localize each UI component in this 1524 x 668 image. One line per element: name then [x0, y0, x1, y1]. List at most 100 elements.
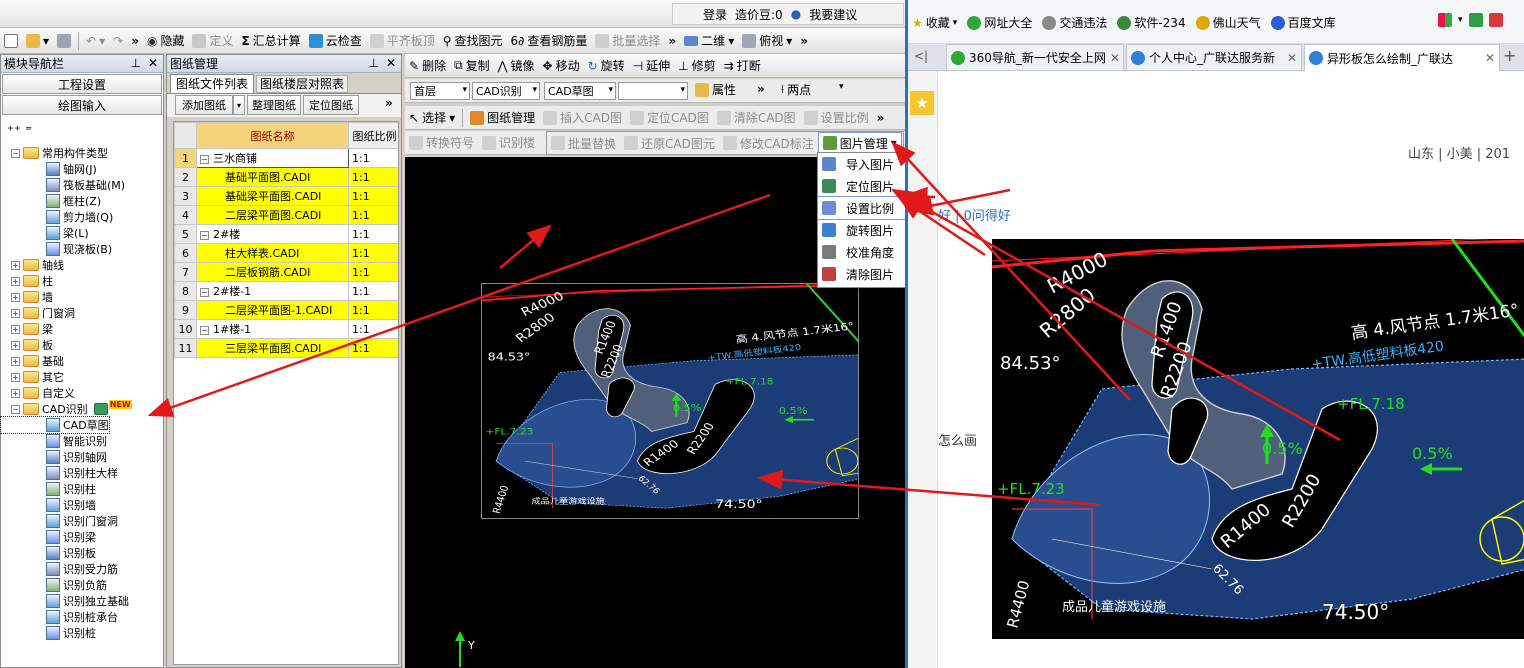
new-tab-button[interactable]: + [1503, 46, 1516, 65]
convert-symbol-button[interactable]: 转换符号 [405, 132, 478, 154]
component-select[interactable]: CAD草图 ▾ [544, 82, 616, 100]
drawing-scale-cell[interactable]: 1:1 [348, 167, 398, 187]
drawing-scale-cell[interactable]: 1:1 [348, 262, 398, 282]
save-button[interactable] [53, 30, 75, 52]
close-tab-icon[interactable]: ✕ [1110, 51, 1120, 65]
favorite-link[interactable]: 交通违法 [1042, 14, 1107, 31]
drawing-name-cell[interactable]: −2#楼 [196, 224, 349, 244]
drawing-scale-cell[interactable]: 1:1 [348, 148, 398, 168]
expand-collapse-icons[interactable]: ⁺⁺ ⁼ [7, 124, 32, 139]
extension-red-icon[interactable] [1488, 13, 1503, 27]
clear-cad-button[interactable]: 清除CAD图 [713, 107, 800, 129]
pin-icon[interactable]: ⊥ [369, 56, 379, 70]
toolbar-overflow-1[interactable]: » [127, 30, 143, 52]
table-row[interactable]: 11 三层梁平面图.CADI 1:1 [174, 338, 398, 358]
align-slab-top-button[interactable]: 平齐板顶 [366, 30, 439, 52]
nav-tree-item[interactable]: 识别柱大样 [1, 465, 118, 481]
favorites-button[interactable]: ★ 收藏 ▾ [912, 14, 957, 31]
expand-icon[interactable]: + [11, 292, 20, 302]
move-button[interactable]: ✥ 移动 [539, 55, 584, 77]
rotate-button[interactable]: ↻ 旋转 [584, 55, 629, 77]
instance-select[interactable]: ▾ [618, 82, 688, 100]
nav-tree-item[interactable]: 识别受力筋 [1, 561, 118, 577]
category-select[interactable]: CAD识别 ▾ [472, 82, 540, 100]
drawing-name-cell[interactable]: 三层梁平面图.CADI [196, 338, 349, 358]
nav-tree-item[interactable]: 框柱(Z) [1, 193, 101, 209]
extend-button[interactable]: ⊣ 延伸 [629, 55, 674, 77]
extension-green-icon[interactable] [1468, 13, 1483, 27]
nav-tree-item[interactable]: + 其它 [1, 369, 64, 385]
favorite-star-icon[interactable]: ★ [910, 91, 934, 115]
browser-tab-360[interactable]: 360导航_新一代安全上网 ✕ [946, 44, 1124, 70]
collapse-icon[interactable]: − [200, 326, 209, 335]
nav-tree-item[interactable]: − 常用构件类型 [1, 145, 108, 161]
nav-tree-item[interactable]: − CAD识别 NEW [1, 399, 132, 417]
drawing-name-cell[interactable]: −1#楼-1 [196, 319, 349, 339]
collapse-icon[interactable]: − [200, 155, 209, 164]
floor-select[interactable]: 首层 ▾ [410, 82, 470, 100]
expand-icon[interactable]: + [11, 388, 20, 398]
image-mgmt-button[interactable]: 图片管理 ▾ [817, 132, 902, 154]
drawing-name-cell[interactable]: −2#楼-1 [196, 281, 349, 301]
nav-tree-item[interactable]: + 基础 [1, 353, 64, 369]
mirror-button[interactable]: ⋀ 镜像 [494, 55, 539, 77]
nav-tree-item[interactable]: + 板 [1, 337, 53, 353]
break-button[interactable]: ⇉ 打断 [720, 55, 765, 77]
add-drawing-dropdown[interactable]: ▾ [233, 95, 245, 115]
expand-icon[interactable]: + [11, 260, 20, 270]
nav-tree-item[interactable]: 识别桩 [1, 625, 96, 641]
favorite-link[interactable]: 百度文库 [1270, 14, 1336, 31]
drawing-name-cell[interactable]: 二层梁平面图-1.CADI [196, 300, 349, 320]
drawing-mgmt-button[interactable]: 图纸管理 [466, 107, 539, 129]
define-button[interactable]: 定义 [188, 30, 237, 52]
table-row[interactable]: 4 二层梁平面图.CADI 1:1 [174, 205, 398, 225]
drawing-scale-cell[interactable]: 1:1 [348, 205, 398, 225]
batch-replace-button[interactable]: 批量替换 [547, 132, 620, 154]
table-row[interactable]: 5−2#楼 1:1 [174, 224, 398, 244]
drawing-scale-cell[interactable]: 1:1 [348, 319, 398, 339]
nav-tree-item[interactable]: 筏板基础(M) [1, 177, 125, 193]
nav-tree-item[interactable]: + 梁 [1, 321, 53, 337]
browser-tab-user-center[interactable]: 个人中心_广联达服务新 ✕ [1126, 44, 1302, 70]
nav-tree-item[interactable]: + 自定义 [1, 385, 75, 401]
nav-tree-item[interactable]: 智能识别 [1, 433, 107, 449]
favorite-link[interactable]: 软件-234 [1117, 14, 1186, 31]
chevron-down-icon[interactable]: ▾ [839, 82, 844, 92]
drawing-name-cell[interactable]: 基础平面图.CADI [196, 167, 349, 187]
nav-tree-item[interactable]: + 门窗洞 [1, 305, 75, 321]
collapse-icon[interactable]: − [200, 288, 209, 297]
tab-floor-mapping[interactable]: 图纸楼层对照表 [256, 75, 348, 93]
trim-button[interactable]: ⊥ 修剪 [674, 55, 719, 77]
close-tab-icon[interactable]: ✕ [1287, 51, 1297, 65]
nav-tree-item[interactable]: + 墙 [1, 289, 53, 305]
undo-button[interactable]: ↶ ▾ [82, 30, 109, 52]
drawing-scale-cell[interactable]: 1:1 [348, 300, 398, 320]
locate-cad-button[interactable]: 定位CAD图 [626, 107, 713, 129]
nav-tree-item[interactable]: 识别梁 [1, 529, 96, 545]
nav-tree-item[interactable]: 识别板 [1, 545, 96, 561]
close-icon[interactable]: ✕ [148, 56, 158, 70]
browser-tab-active[interactable]: 异形板怎么绘制_广联达 ✕ [1304, 44, 1500, 71]
expand-icon[interactable]: + [11, 356, 20, 366]
bell-icon[interactable]: ● [791, 7, 801, 21]
favorite-link[interactable]: 网址大全 [967, 14, 1032, 31]
expand-icon[interactable]: + [11, 340, 20, 350]
collapse-icon[interactable]: − [200, 231, 209, 240]
column-header-scale[interactable]: 图纸比例 [348, 122, 398, 149]
nav-tree-item[interactable]: + 柱 [1, 273, 53, 289]
modify-cad-label-button[interactable]: 修改CAD标注 [719, 132, 818, 154]
toolbar-overflow[interactable]: » [873, 107, 889, 129]
nav-tree-item[interactable]: 轴网(J) [1, 161, 97, 177]
project-settings-button[interactable]: 工程设置 [2, 74, 162, 94]
nav-tree-item[interactable]: CAD草图 [0, 416, 110, 434]
table-row[interactable]: 6 柱大样表.CADI 1:1 [174, 243, 398, 263]
nav-tree-item[interactable]: 现浇板(B) [1, 241, 112, 257]
toolbar-overflow-3[interactable]: » [796, 30, 812, 52]
nav-tree-item[interactable]: 识别门窗洞 [1, 513, 118, 529]
view-rebar-button[interactable]: 6∂ 查看钢筋量 [507, 30, 592, 52]
toolbar-overflow-2[interactable]: » [664, 30, 680, 52]
drawing-name-cell[interactable]: 二层梁平面图.CADI [196, 205, 349, 225]
drawing-scale-cell[interactable]: 1:1 [348, 281, 398, 301]
cloud-check-button[interactable]: 云检查 [305, 30, 366, 52]
expand-icon[interactable]: + [11, 276, 20, 286]
